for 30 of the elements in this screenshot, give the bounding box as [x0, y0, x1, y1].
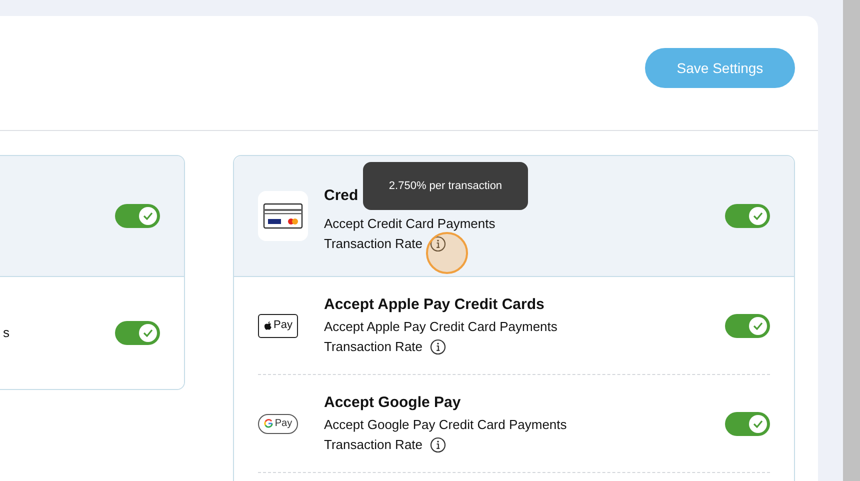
check-icon: [753, 420, 763, 428]
info-icon[interactable]: [430, 338, 446, 354]
check-icon: [753, 322, 763, 330]
info-icon[interactable]: [430, 436, 446, 452]
save-settings-button[interactable]: Save Settings: [645, 48, 795, 88]
toggle-switch[interactable]: [115, 204, 160, 228]
row-text: s: [3, 324, 10, 342]
row-title: Accept Apple Pay Credit Cards: [324, 294, 544, 314]
row-title: Accept Google Pay: [324, 392, 461, 412]
check-icon: [143, 212, 153, 220]
toggle-switch[interactable]: [725, 204, 770, 228]
check-icon: [753, 212, 763, 220]
rate-label: Transaction Rate: [324, 338, 423, 356]
toggle-switch[interactable]: [725, 412, 770, 436]
toggle-switch[interactable]: [725, 314, 770, 338]
google-pay-logo: Pay: [258, 414, 298, 434]
info-icon[interactable]: [430, 236, 446, 252]
card-logo: [258, 191, 308, 241]
row-description: Accept Apple Pay Credit Card Payments: [324, 318, 558, 336]
row-description: Accept Credit Card Payments: [324, 215, 496, 233]
toggle-switch[interactable]: [115, 321, 160, 345]
row-title: Cred: [324, 186, 358, 206]
scrollbar[interactable]: [843, 0, 860, 481]
check-icon: [143, 329, 153, 337]
rate-label: Transaction Rate: [324, 436, 423, 454]
tooltip: 2.750% per transaction: [363, 162, 528, 210]
apple-pay-logo: Pay: [258, 314, 298, 338]
row-description: Accept Google Pay Credit Card Payments: [324, 416, 567, 434]
rate-label: Transaction Rate: [324, 235, 423, 253]
click-highlight: [426, 232, 468, 274]
